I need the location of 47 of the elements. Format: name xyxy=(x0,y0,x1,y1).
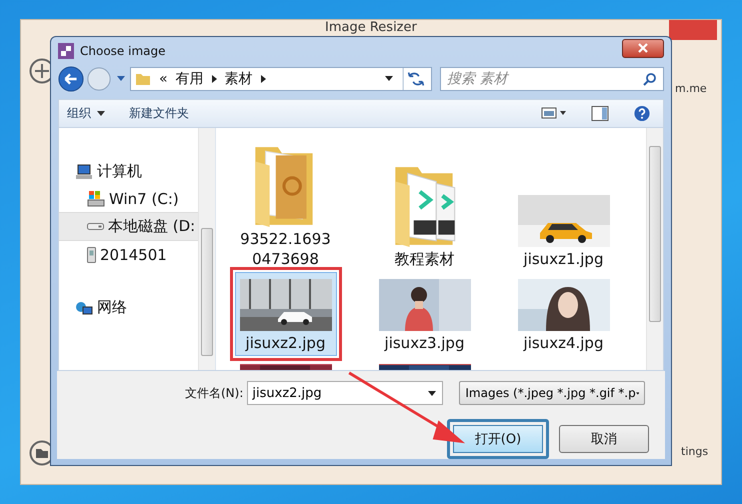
tree-item[interactable]: 2014501 xyxy=(59,241,198,268)
toolbar-button[interactable]: 新建文件夹 xyxy=(129,104,189,122)
file-name-field[interactable]: jisuxz2.jpg xyxy=(247,381,444,405)
caret-icon[interactable] xyxy=(428,391,436,396)
file-type-dropdown[interactable]: Images (*.jpeg *.jpg *.gif *.p xyxy=(459,381,646,405)
caret-icon[interactable] xyxy=(385,76,393,82)
drive-icon xyxy=(87,190,105,207)
dialog-button[interactable]: 打开(O) xyxy=(447,419,549,459)
overflow-chevron[interactable]: « xyxy=(159,70,168,87)
tree-item[interactable]: 计算机 xyxy=(59,158,198,185)
address-bar[interactable]: « 有用 素材 xyxy=(130,66,432,91)
preview-pane-icon[interactable] xyxy=(591,104,609,122)
app-icon xyxy=(58,43,74,60)
file-item[interactable]: 教程素材 xyxy=(384,158,466,272)
tree-item[interactable]: 网络 xyxy=(59,294,198,321)
caret-icon xyxy=(636,390,640,396)
scrollbar[interactable] xyxy=(646,128,663,370)
close-icon xyxy=(638,43,648,54)
device-icon xyxy=(87,246,96,262)
file-item[interactable]: jisuxz1.jpg xyxy=(512,188,614,272)
dialog-title: Choose image xyxy=(80,44,166,58)
app-text: tings xyxy=(681,445,708,458)
scrollbar[interactable] xyxy=(198,128,215,370)
arrow-icon[interactable] xyxy=(212,74,217,83)
back-button[interactable] xyxy=(58,66,84,92)
arrow-icon[interactable] xyxy=(260,74,266,83)
file-item[interactable]: jisuxz4.jpg xyxy=(512,272,614,356)
search-icon xyxy=(643,72,657,86)
app-text: m.me xyxy=(675,82,707,95)
file-item[interactable]: 93522.1693 0473698 xyxy=(235,138,336,272)
tree-item[interactable]: 本地磁盘 (D: xyxy=(59,212,198,241)
dialog-button[interactable]: 取消 xyxy=(559,425,649,453)
drive-icon xyxy=(87,223,104,230)
breadcrumb-item[interactable]: 素材 xyxy=(224,70,253,88)
toolbar-button[interactable]: 组织 xyxy=(67,104,105,122)
breadcrumb-item[interactable]: 有用 xyxy=(176,70,204,88)
file-item[interactable]: jisuxz3.jpg xyxy=(374,272,476,356)
view-icon[interactable] xyxy=(541,106,567,120)
search-field[interactable]: 搜索 素材 xyxy=(440,66,664,91)
help-icon[interactable] xyxy=(633,104,651,122)
computer-icon xyxy=(75,164,93,180)
close-button[interactable] xyxy=(622,38,664,58)
tree-item[interactable]: Win7 (C:) xyxy=(59,185,198,212)
network-icon xyxy=(75,300,93,314)
window-title: Image Resizer xyxy=(325,20,417,35)
field-label: 文件名(N): xyxy=(185,384,244,402)
caret-icon xyxy=(97,110,105,116)
